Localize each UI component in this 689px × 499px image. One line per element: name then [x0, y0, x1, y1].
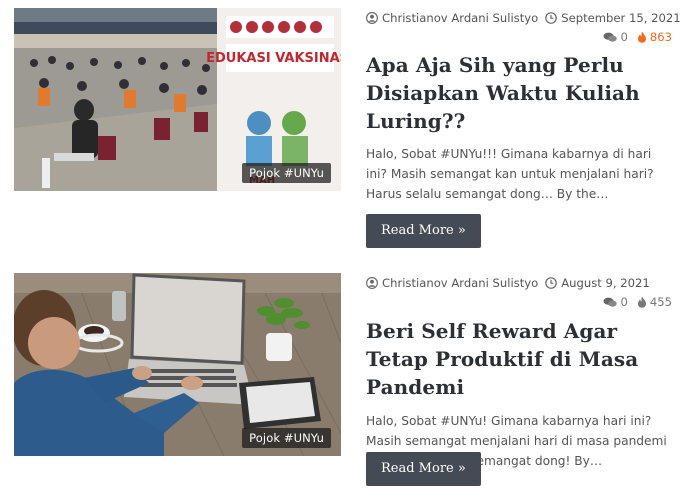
clock-icon — [545, 12, 558, 24]
post-stats: 0 863 — [366, 28, 676, 46]
views-value: 455 — [649, 295, 672, 309]
author-link[interactable]: Christianov Ardani Sulistyo — [366, 11, 538, 25]
post-title[interactable]: Beri Self Reward Agar Tetap Produktif di… — [366, 317, 676, 401]
banner-text: EDUKASI VAKSINASI — [206, 51, 341, 66]
read-more-button[interactable]: Read More » — [366, 452, 481, 486]
user-icon — [366, 12, 378, 24]
comments-value: 0 — [620, 30, 628, 44]
date-text: August 9, 2021 — [561, 276, 650, 290]
category-badge[interactable]: Pojok #UNYu — [242, 163, 331, 183]
fire-icon — [637, 31, 646, 43]
post-info: Christianov Ardani Sulistyo August 9, 20… — [366, 273, 676, 486]
comments-icon — [603, 297, 618, 307]
views-count: 863 — [637, 30, 672, 44]
clock-icon — [545, 277, 558, 289]
post-date: August 9, 2021 — [545, 276, 650, 290]
post-meta: Christianov Ardani Sulistyo September 15… — [366, 8, 681, 28]
read-more-button[interactable]: Read More » — [366, 214, 481, 248]
comments-value: 0 — [620, 295, 628, 309]
comments-count[interactable]: 0 — [603, 30, 628, 44]
post-thumbnail[interactable]: EDUKASI VAKSINASI MAH Pojok #UNYu — [14, 8, 341, 191]
views-value: 863 — [649, 30, 672, 44]
views-count: 455 — [637, 295, 672, 309]
post-meta: Christianov Ardani Sulistyo August 9, 20… — [366, 273, 676, 293]
author-name: Christianov Ardani Sulistyo — [382, 276, 539, 290]
category-badge[interactable]: Pojok #UNYu — [242, 428, 331, 448]
fire-icon — [637, 296, 646, 308]
post-excerpt: Halo, Sobat #UNYu!!! Gimana kabarnya di … — [366, 147, 654, 201]
author-link[interactable]: Christianov Ardani Sulistyo — [366, 276, 538, 290]
post-title[interactable]: Apa Aja Sih yang Perlu Disiapkan Waktu K… — [366, 51, 676, 135]
post-date: September 15, 2021 — [545, 11, 681, 25]
author-name: Christianov Ardani Sulistyo — [382, 11, 539, 25]
user-icon — [366, 277, 378, 289]
comments-icon — [603, 32, 618, 42]
date-text: September 15, 2021 — [561, 11, 681, 25]
post-thumbnail[interactable]: Pojok #UNYu — [14, 273, 341, 456]
comments-count[interactable]: 0 — [603, 295, 628, 309]
post-info: Christianov Ardani Sulistyo September 15… — [366, 8, 681, 248]
post-stats: 0 455 — [366, 293, 676, 311]
